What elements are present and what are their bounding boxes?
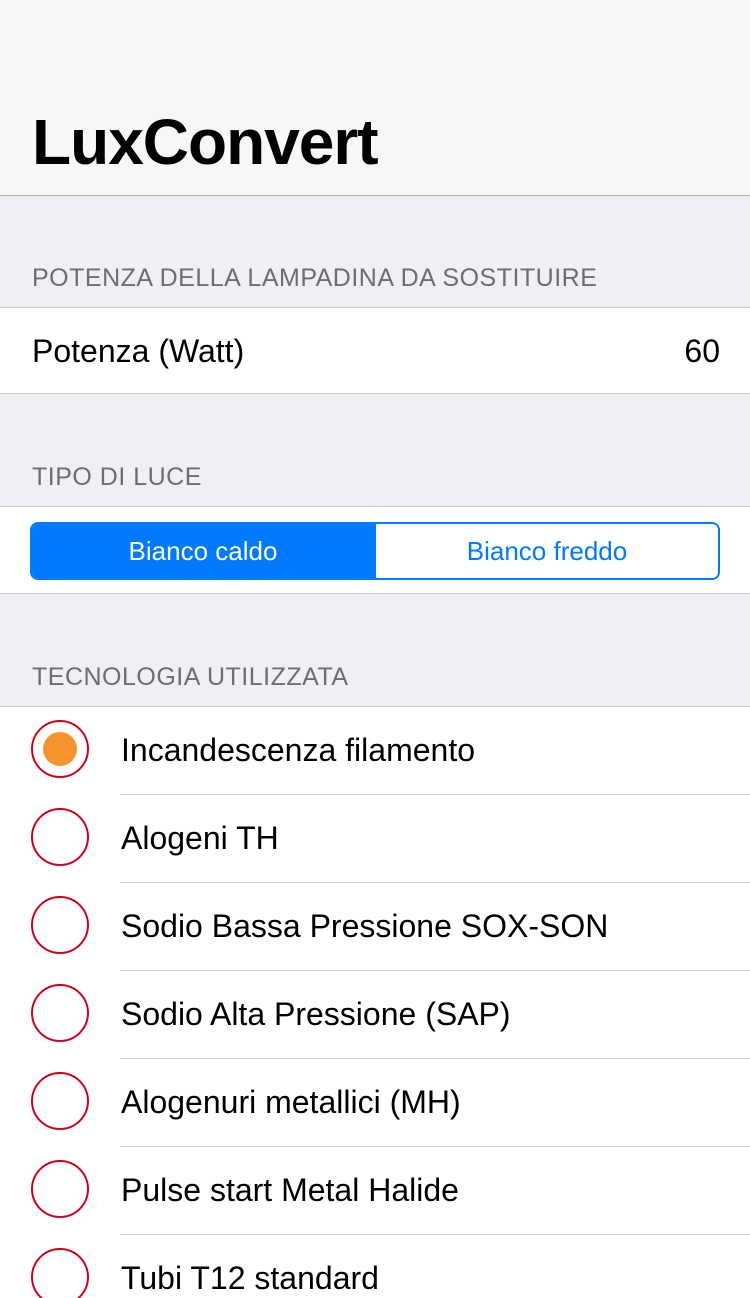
radio-button[interactable] <box>31 808 89 866</box>
radio-button[interactable] <box>31 1160 89 1218</box>
light-type-segmented-control: Bianco caldo Bianco freddo <box>30 522 720 580</box>
segment-cool-white[interactable]: Bianco freddo <box>374 524 718 578</box>
technology-option-label: Tubi T12 standard <box>121 1260 379 1296</box>
technology-option-label: Sodio Alta Pressione (SAP) <box>121 996 511 1032</box>
navigation-bar: LuxConvert <box>0 0 750 196</box>
radio-button[interactable] <box>31 896 89 954</box>
power-cell[interactable]: Potenza (Watt) 60 <box>0 307 750 394</box>
technology-option-label: Alogeni TH <box>121 820 279 856</box>
section-header-technology: TECNOLOGIA UTILIZZATA <box>32 663 349 691</box>
technology-option-label: Alogenuri metallici (MH) <box>121 1084 461 1120</box>
technology-option-label: Pulse start Metal Halide <box>121 1172 459 1208</box>
segment-warm-white[interactable]: Bianco caldo <box>32 524 374 578</box>
section-header-light-type: TIPO DI LUCE <box>32 463 202 491</box>
radio-button-selected[interactable] <box>31 720 89 778</box>
radio-selected-dot <box>43 732 77 766</box>
light-type-cell: Bianco caldo Bianco freddo <box>0 506 750 594</box>
technology-option-label: Incandescenza filamento <box>121 732 475 768</box>
technology-option[interactable]: Tubi T12 standard <box>0 1235 750 1298</box>
radio-button[interactable] <box>31 1072 89 1130</box>
technology-option-label: Sodio Bassa Pressione SOX-SON <box>121 908 609 944</box>
technology-radio-list: Incandescenza filamento Alogeni TH Sodio… <box>0 706 750 1298</box>
technology-option[interactable]: Alogenuri metallici (MH) <box>0 1059 750 1147</box>
page-title: LuxConvert <box>32 106 379 178</box>
power-label: Potenza (Watt) <box>32 333 245 369</box>
radio-button[interactable] <box>31 984 89 1042</box>
technology-option[interactable]: Incandescenza filamento <box>0 707 750 795</box>
power-value[interactable]: 60 <box>684 332 720 370</box>
technology-option[interactable]: Sodio Bassa Pressione SOX-SON <box>0 883 750 971</box>
section-header-power: POTENZA DELLA LAMPADINA DA SOSTITUIRE <box>32 264 598 292</box>
technology-option[interactable]: Sodio Alta Pressione (SAP) <box>0 971 750 1059</box>
technology-option[interactable]: Alogeni TH <box>0 795 750 883</box>
radio-button[interactable] <box>31 1248 89 1298</box>
technology-option[interactable]: Pulse start Metal Halide <box>0 1147 750 1235</box>
